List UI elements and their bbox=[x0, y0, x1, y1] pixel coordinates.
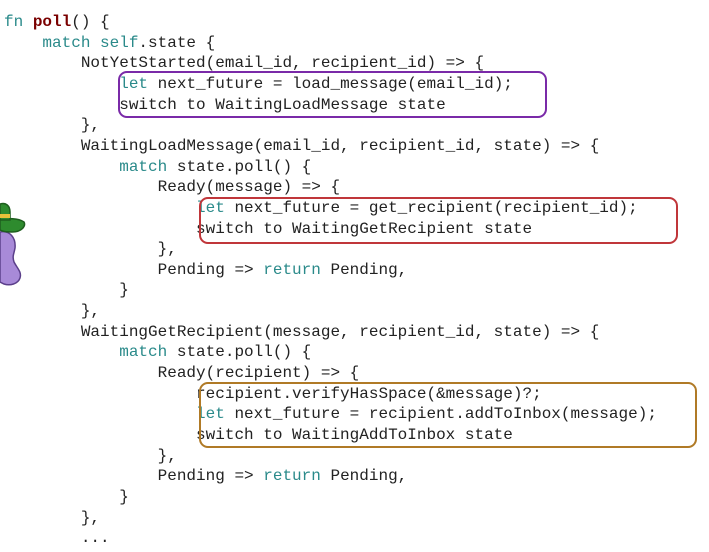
code-text: } bbox=[4, 487, 129, 506]
code-text: }, bbox=[4, 508, 101, 527]
code-text: }, bbox=[4, 240, 177, 259]
code-line: WaitingLoadMessage(email_id, recipient_i… bbox=[4, 136, 599, 156]
code-text: Pending, bbox=[320, 260, 408, 279]
code-line: Pending => return Pending, bbox=[4, 466, 408, 486]
mascot-hat-band bbox=[0, 214, 10, 218]
add-to-inbox-highlight-box bbox=[199, 382, 697, 448]
code-line: ... bbox=[4, 528, 110, 548]
code-text: }, bbox=[4, 446, 177, 465]
code-line: Ready(message) => { bbox=[4, 177, 340, 197]
code-line: }, bbox=[4, 446, 177, 466]
code-text: Pending => bbox=[4, 467, 264, 486]
code-keyword: return bbox=[263, 260, 321, 279]
code-line: WaitingGetRecipient(message, recipient_i… bbox=[4, 322, 599, 342]
code-keyword: match bbox=[119, 157, 168, 176]
code-text: Ready(message) => { bbox=[4, 178, 341, 197]
mascot-body bbox=[0, 230, 22, 286]
code-keyword: match bbox=[119, 343, 168, 362]
code-text: }, bbox=[4, 302, 101, 321]
code-text: state.poll() { bbox=[167, 343, 312, 362]
code-keyword: return bbox=[263, 467, 321, 486]
code-line: }, bbox=[4, 301, 100, 321]
code-text: WaitingGetRecipient(message, recipient_i… bbox=[4, 322, 600, 341]
code-text: Ready(recipient) => { bbox=[4, 364, 360, 383]
get-recipient-highlight-box bbox=[199, 197, 678, 244]
code-line: match state.poll() { bbox=[4, 157, 311, 177]
load-message-highlight-box bbox=[118, 71, 547, 118]
code-keyword: fn bbox=[4, 13, 33, 31]
code-text: .state { bbox=[138, 33, 216, 52]
code-line: }, bbox=[4, 239, 177, 259]
code-text: WaitingLoadMessage(email_id, recipient_i… bbox=[4, 136, 600, 155]
code-text: NotYetStarted(email_id, recipient_id) =>… bbox=[4, 54, 485, 73]
code-slide: fn poll() { match self.state { NotYetSta… bbox=[0, 0, 709, 552]
code-line: fn poll() { bbox=[4, 12, 110, 32]
code-line: }, bbox=[4, 508, 100, 528]
code-line: }, bbox=[4, 115, 100, 135]
code-keyword: match self bbox=[42, 33, 139, 52]
code-function-name: poll bbox=[32, 13, 72, 31]
code-text: () { bbox=[71, 13, 110, 31]
code-text: state.poll() { bbox=[167, 157, 312, 176]
code-line: match state.poll() { bbox=[4, 342, 311, 362]
code-text: Pending, bbox=[320, 467, 408, 486]
code-line: Ready(recipient) => { bbox=[4, 363, 360, 383]
code-text: ... bbox=[4, 529, 110, 548]
code-text: }, bbox=[4, 116, 101, 135]
code-line: Pending => return Pending, bbox=[4, 260, 408, 280]
code-text: Pending => bbox=[4, 260, 264, 279]
ferris-crab-with-hat-icon bbox=[0, 202, 26, 286]
code-line: } bbox=[4, 487, 129, 507]
code-line: match self.state { bbox=[4, 33, 215, 53]
